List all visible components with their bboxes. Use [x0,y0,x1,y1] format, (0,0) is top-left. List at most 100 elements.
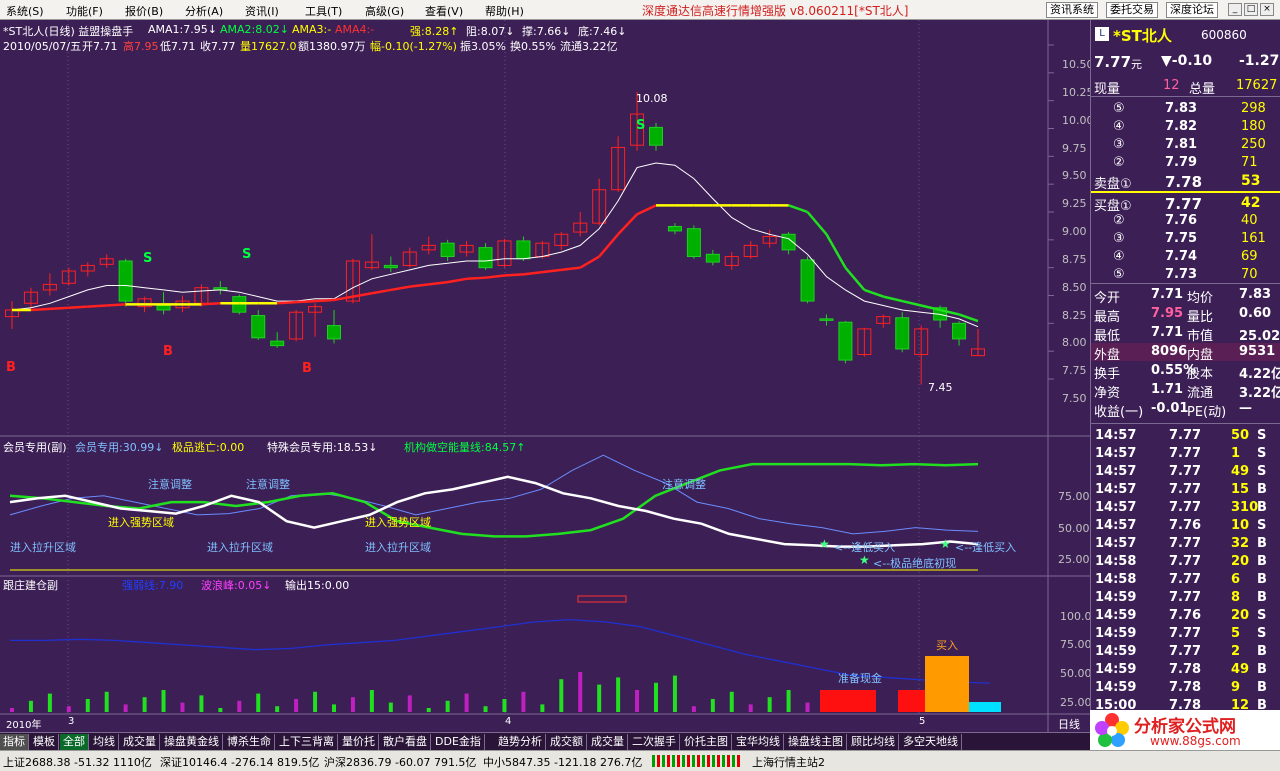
tab-19[interactable]: 多空天地线 [900,734,962,750]
stat-row-cell: 今开 [1094,291,1121,306]
indicator2-bar [388,702,393,712]
trade-button[interactable]: 委托交易 [1106,2,1158,18]
ama2-segment [371,288,392,295]
bid-row: ② 7.76 40 [1091,212,1280,230]
support-label: 撑:7.66↓ [522,25,571,38]
tab-18[interactable]: 顾比均线 [848,734,899,750]
stat-row-cell: 量比 [1187,310,1214,325]
tab-10[interactable]: DDE金指 [432,734,485,750]
time-axis-month: 3 [68,716,75,727]
stat-row-cell: 7.71 [1151,287,1184,302]
bid-row-cell: 70 [1241,267,1258,282]
tab-0[interactable]: 指标 [0,734,29,750]
tick-row-cell: 7.77 [1169,590,1202,605]
price-tick-label: 8.00 [1062,336,1087,350]
tick-row-cell: 7.78 [1169,662,1202,677]
restore-icon[interactable]: □ [1244,3,1258,16]
tick-row-cell: 20 [1231,608,1250,623]
ask-row-cell: 7.82 [1165,119,1198,134]
tab-11[interactable]: 趋势分析 [495,734,546,750]
tick-row: 14:58 7.77 6 B [1091,571,1280,589]
tick-row-cell: 50 [1231,428,1250,443]
tab-9[interactable]: 散户看盘 [380,734,431,750]
stat-row-cell: 净资 [1094,386,1121,401]
tab-13[interactable]: 成交量 [588,734,628,750]
rally-zone-label: 进入拉升区域 [10,541,76,554]
ask-row: ② 7.79 71 [1091,154,1280,172]
ask-row-cell: ② [1113,155,1125,170]
tab-4[interactable]: 成交量 [120,734,160,750]
ask-row-cell: 71 [1241,155,1258,170]
time-axis-year: 2010年 [6,720,42,731]
tick-row-cell: 7.77 [1169,554,1202,569]
tab-3[interactable]: 均线 [90,734,119,750]
tick-row: 14:57 7.77 32 B [1091,535,1280,553]
indicator2-bar [578,672,583,712]
tick-row: 14:59 7.76 20 S [1091,607,1280,625]
tick-row-cell: S [1257,608,1267,623]
tab-8[interactable]: 量价托 [339,734,379,750]
ama-lines [11,162,979,328]
tab-1[interactable]: 模板 [30,734,59,750]
menu-function[interactable]: 功能(F) [66,3,103,19]
buy-signal: B [302,361,312,376]
tab-14[interactable]: 二次握手 [629,734,680,750]
tick-row-cell: S [1257,626,1267,641]
tick-row-cell: 7.77 [1169,626,1202,641]
indicator2-bar [350,697,355,712]
tab-16[interactable]: 宝华均线 [733,734,784,750]
stat-row-cell: 收益(一) [1094,405,1144,420]
menu-help[interactable]: 帮助(H) [485,3,524,19]
forum-button[interactable]: 深度论坛 [1166,2,1218,18]
period-label[interactable]: 日线 [1058,716,1080,732]
menu-tools[interactable]: 工具(T) [305,3,342,19]
indicator2-bar [464,693,469,712]
ask-row: ④ 7.82 180 [1091,118,1280,136]
time-axis-month: 4 [505,716,512,727]
ama2-segment [883,295,903,303]
ama2-segment [598,233,620,258]
price-tick-label: 10.50 [1062,58,1094,71]
menu-quote[interactable]: 报价(B) [125,3,163,19]
menu-info[interactable]: 资讯(I) [245,3,279,19]
tab-5[interactable]: 操盘黄金线 [161,734,223,750]
stat-row-cell: 市值 [1187,329,1214,344]
close-icon[interactable]: × [1260,3,1274,16]
ama2-segment [106,303,126,307]
stat-row-cell: 0.60 [1239,306,1272,321]
menu-view[interactable]: 查看(V) [425,3,463,19]
candle-body [270,340,285,347]
ama2-segment [561,266,581,272]
indicator2-bar [161,690,166,712]
ask-row-cell: ③ [1113,137,1125,152]
indicator2-bar [616,677,621,712]
tab-7[interactable]: 上下三背离 [276,734,338,750]
strong-zone-label: 进入强势区域 [365,516,431,529]
indicator1-special: 特殊会员专用:18.53↓ [267,441,378,454]
tick-row-cell: 5 [1231,626,1241,641]
candle-body [800,259,815,302]
chart-area[interactable]: *ST北人(日线) 益盟操盘手 AMA1:7.95↓ AMA2:8.02↓ AM… [0,20,1094,732]
menu-system[interactable]: 系统(S) [6,3,44,19]
tab-15[interactable]: 价托主图 [681,734,732,750]
indicator2-bar [445,700,450,712]
tick-row-cell: 8 [1231,590,1241,605]
tab-17[interactable]: 操盘线主图 [785,734,847,750]
news-system-button[interactable]: 资讯系统 [1046,2,1098,18]
tick-row: 14:57 7.77 15 B [1091,481,1280,499]
minimize-icon[interactable]: _ [1228,3,1242,16]
tab-6[interactable]: 博杀生命 [224,734,275,750]
tick-row-cell: B [1257,572,1267,587]
menu-advanced[interactable]: 高级(G) [365,3,404,19]
l2-icon: L [1095,27,1109,41]
bar-amount: 额1380.97万 [298,40,366,53]
tab-12[interactable]: 成交额 [547,734,587,750]
tick-row-cell: B [1257,680,1267,695]
bid-row-cell: 7.74 [1165,249,1198,264]
menu-analysis[interactable]: 分析(A) [185,3,223,19]
tab-2[interactable]: 全部 [60,734,89,750]
ama2-segment [806,211,828,236]
total-vol: 17627 [1236,78,1278,93]
candle-body [516,240,531,260]
tick-row-cell: 14:57 [1095,446,1137,461]
